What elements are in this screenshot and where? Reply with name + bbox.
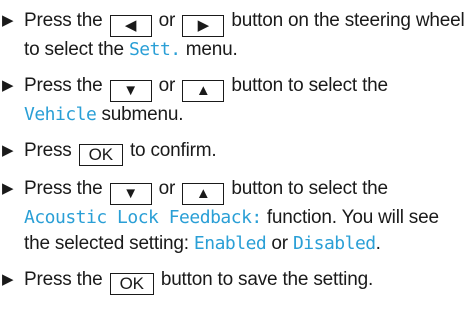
step-text: button to select the	[231, 178, 388, 199]
display-submenu-name: Vehicle	[24, 104, 97, 125]
up-arrow-key-icon: ▲	[182, 183, 225, 205]
step-text: Press	[24, 140, 72, 161]
step-1: ▶ Press the ◀ or ▶ button on the steerin…	[0, 8, 465, 63]
step-text: submenu.	[101, 104, 184, 125]
step-text: or	[158, 178, 176, 199]
bullet-arrow-icon: ▶	[2, 77, 14, 94]
down-arrow-key-icon: ▼	[109, 183, 152, 205]
down-arrow-key-icon: ▼	[109, 80, 152, 102]
step-text: or	[158, 10, 176, 31]
step-text: to confirm.	[129, 140, 217, 161]
step-2: ▶ Press the ▼ or ▲ button to select the …	[0, 73, 465, 128]
bullet-arrow-icon: ▶	[2, 271, 14, 288]
display-setting-enabled: Enabled	[193, 233, 267, 254]
right-arrow-key-icon: ▶	[182, 15, 225, 37]
step-text: or	[271, 233, 288, 254]
bullet-arrow-icon: ▶	[2, 180, 14, 197]
display-function-name: Acoustic Lock Feedback:	[24, 207, 262, 228]
left-arrow-key-icon: ◀	[109, 15, 152, 37]
step-text: or	[158, 75, 176, 96]
ok-key: OK	[78, 144, 123, 166]
ok-key: OK	[109, 273, 154, 295]
step-4: ▶ Press the ▼ or ▲ button to select the …	[0, 176, 465, 257]
step-text: Press the	[24, 10, 103, 31]
display-menu-name: Sett.	[128, 39, 181, 60]
step-text: button to select the	[231, 75, 388, 96]
step-text: .	[375, 233, 381, 254]
bullet-arrow-icon: ▶	[2, 12, 14, 29]
step-text: menu.	[185, 39, 238, 60]
up-arrow-key-icon: ▲	[182, 80, 225, 102]
instruction-list: ▶ Press the ◀ or ▶ button on the steerin…	[0, 0, 465, 295]
step-text: Press the	[24, 269, 103, 290]
bullet-arrow-icon: ▶	[2, 142, 14, 159]
step-5: ▶ Press the OK button to save the settin…	[0, 267, 465, 295]
display-setting-disabled: Disabled	[292, 233, 376, 254]
step-text: Press the	[24, 178, 103, 199]
step-text: Press the	[24, 75, 103, 96]
step-3: ▶ Press OK to confirm.	[0, 138, 465, 166]
step-text: button to save the setting.	[160, 269, 374, 290]
